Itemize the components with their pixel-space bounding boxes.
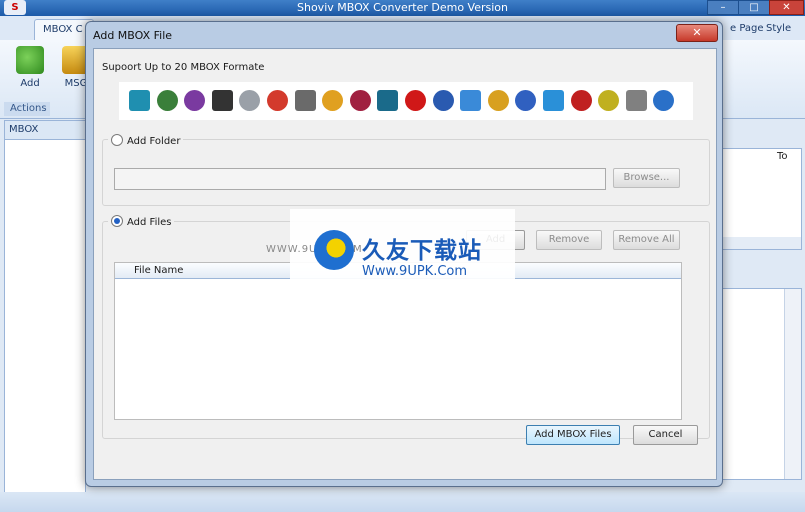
- app-titlebar: S Shoviv MBOX Converter Demo Version – □…: [0, 0, 805, 16]
- add-mailbox-icon: [16, 46, 44, 74]
- mbox-tree-pane[interactable]: MBOX: [4, 120, 86, 494]
- dialog-title: Add MBOX File: [93, 29, 173, 42]
- gnu-icon: [294, 90, 316, 111]
- ribbon-msg-label: MSG: [64, 78, 88, 89]
- evolution-icon: [625, 90, 647, 111]
- watermark-logo-icon: [314, 230, 354, 270]
- mac-mail-icon: [653, 90, 675, 111]
- ribbon-group-actions: Actions: [4, 102, 50, 116]
- add-folder-radio-circle[interactable]: [111, 134, 123, 146]
- browse-button[interactable]: Browse...: [613, 168, 680, 188]
- ribbon-add-label: Add: [20, 78, 40, 89]
- minimize-button[interactable]: –: [707, 0, 739, 15]
- watermark: WWW.9UPK.COM 久友下载站 Www.9UPK.Com: [266, 209, 515, 283]
- tab-style[interactable]: Style: [758, 19, 799, 39]
- dialog-close-button[interactable]: ✕: [676, 24, 718, 42]
- status-bar: [0, 492, 805, 512]
- apple-mail-icon: [460, 90, 482, 111]
- sylpheed-icon: [598, 90, 620, 111]
- opera-icon: [405, 90, 426, 111]
- thunderbird-icon: [129, 90, 150, 111]
- add-folder-label: Add Folder: [127, 136, 181, 147]
- ribbon-add-button[interactable]: Add: [8, 44, 52, 102]
- format-icon-strip: [119, 82, 693, 120]
- eudora-icon: [156, 90, 178, 111]
- g-mail-icon: [322, 90, 344, 111]
- message-list-pane[interactable]: To: [718, 148, 802, 250]
- cursor-mail-icon: [543, 90, 564, 111]
- spicebird-icon: [515, 90, 537, 111]
- horizontal-scrollbar[interactable]: [719, 237, 801, 249]
- vertical-scrollbar[interactable]: [784, 289, 801, 479]
- column-to[interactable]: To: [777, 151, 788, 162]
- add-files-radio-circle[interactable]: [111, 215, 123, 227]
- pocomail-icon: [487, 90, 509, 111]
- watermark-url: Www.9UPK.Com: [362, 264, 468, 279]
- sea-monkey-icon: [377, 90, 399, 111]
- remove-button[interactable]: Remove: [536, 230, 602, 250]
- folder-path-input[interactable]: [114, 168, 606, 190]
- mbox-pane-header: MBOX: [5, 121, 85, 140]
- add-files-label: Add Files: [127, 217, 172, 228]
- add-mbox-files-button[interactable]: Add MBOX Files: [526, 425, 620, 445]
- watermark-site-name: 久友下载站: [362, 238, 482, 264]
- entourage-icon: [184, 90, 206, 111]
- add-files-radio[interactable]: Add Files: [108, 215, 175, 228]
- close-window-button[interactable]: ✕: [769, 0, 804, 15]
- preview-pane[interactable]: [718, 288, 802, 480]
- postbox-icon: [211, 90, 233, 111]
- file-list[interactable]: File Name: [114, 262, 682, 420]
- maximize-button[interactable]: □: [738, 0, 770, 15]
- claws-icon: [349, 90, 371, 111]
- play-mail-icon: [570, 90, 592, 111]
- remove-all-button[interactable]: Remove All: [613, 230, 680, 250]
- mailcopa-icon: [239, 90, 261, 111]
- gmail-icon: [267, 90, 288, 111]
- add-folder-radio[interactable]: Add Folder: [108, 134, 184, 147]
- cancel-button[interactable]: Cancel: [633, 425, 698, 445]
- app-title: Shoviv MBOX Converter Demo Version: [297, 1, 508, 14]
- netscape-icon: [432, 90, 454, 111]
- support-label: Supoort Up to 20 MBOX Formate: [102, 62, 265, 73]
